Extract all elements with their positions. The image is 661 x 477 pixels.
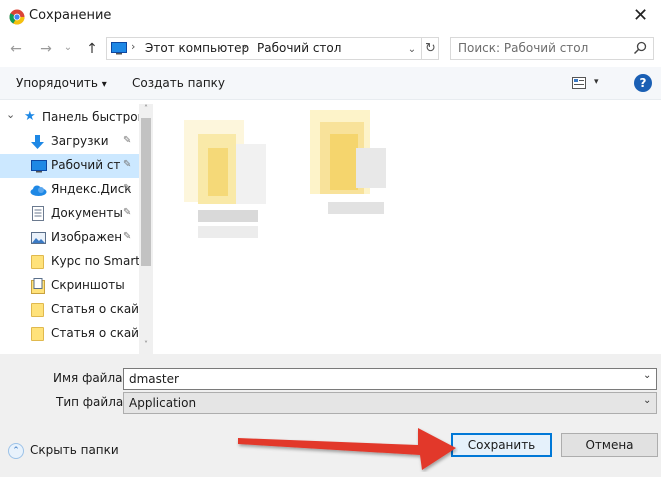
sidebar-item-folder[interactable]: Курс по Smartre — [0, 250, 139, 274]
sidebar-item-label: Статья о скайпе — [51, 302, 139, 316]
close-button[interactable]: ✕ — [620, 0, 661, 31]
scroll-up-icon[interactable]: ˄ — [139, 104, 153, 116]
annotation-arrow-icon — [238, 428, 456, 470]
sidebar-item-label: Документы — [51, 206, 123, 220]
folder-icon — [31, 327, 44, 341]
collapse-icon: ⌃ — [8, 443, 24, 459]
breadcrumb-desktop[interactable]: Рабочий стол — [257, 41, 341, 55]
scrollbar-thumb[interactable] — [141, 118, 151, 266]
hide-folders-toggle[interactable]: ⌃ Скрыть папки — [8, 442, 128, 460]
chrome-icon — [9, 9, 25, 25]
pin-icon: ✎ — [123, 159, 132, 170]
navigation-pane: ⌄ ★ Панель быстрого Загрузки ✎ Рабочий с… — [0, 104, 153, 354]
sidebar-item-label: Скриншоты — [51, 278, 125, 292]
expand-chevron-icon[interactable]: ⌄ — [6, 108, 15, 121]
download-icon — [31, 135, 44, 149]
forward-arrow-icon: → — [40, 41, 52, 57]
chevron-down-icon[interactable]: ⌄ — [643, 370, 651, 381]
blurred-file-item[interactable] — [304, 108, 398, 228]
sidebar-scrollbar[interactable]: ˄ ˅ — [139, 104, 153, 354]
desktop-icon — [31, 160, 47, 173]
filetype-value: Application — [129, 396, 197, 410]
pin-icon: ✎ — [123, 135, 132, 146]
address-bar[interactable]: › Этот компьютер › Рабочий стол ⌄ ↻ — [106, 37, 439, 60]
folder-icon — [31, 255, 44, 269]
up-arrow-icon: ↑ — [86, 41, 98, 57]
sidebar-item-yandex-disk[interactable]: Яндекс.Диск ✎ — [0, 178, 139, 202]
star-icon: ★ — [24, 109, 36, 124]
blurred-file-item[interactable] — [178, 114, 272, 244]
title-bar: Сохранение ✕ — [0, 0, 661, 33]
sidebar-item-label: Загрузки — [51, 134, 109, 148]
recent-locations-button[interactable]: ⌄ — [58, 37, 78, 57]
organize-button[interactable]: Упорядочить ▾ — [16, 76, 107, 90]
caret-down-icon: ▾ — [101, 79, 107, 90]
chevron-down-icon: ⌄ — [407, 43, 417, 55]
chevron-down-icon[interactable]: ⌄ — [643, 395, 651, 406]
help-icon[interactable]: ? — [634, 74, 652, 92]
search-icon — [633, 41, 647, 55]
folder-icon — [31, 303, 44, 317]
desktop-icon — [111, 42, 127, 55]
command-toolbar: Упорядочить ▾ Создать папку ▾ ? — [0, 67, 661, 100]
filename-value: dmaster — [129, 372, 179, 386]
close-icon: ✕ — [632, 5, 649, 26]
sidebar-item-label: Рабочий сто. — [51, 158, 121, 172]
pin-icon: ✎ — [123, 231, 132, 242]
sidebar-item-folder[interactable]: Статья о скайпе — [0, 298, 139, 322]
refresh-icon: ↻ — [425, 41, 436, 56]
filename-field[interactable]: dmaster — [123, 368, 657, 390]
view-dropdown-icon[interactable]: ▾ — [594, 77, 599, 87]
refresh-button[interactable]: ↻ — [421, 38, 439, 59]
screenshots-icon — [31, 278, 45, 294]
breadcrumb-separator: › — [131, 40, 136, 53]
new-folder-button[interactable]: Создать папку — [132, 76, 225, 90]
breadcrumb-separator: › — [243, 40, 248, 53]
sidebar-item-label: Панель быстрого — [42, 110, 139, 124]
sidebar-item-desktop[interactable]: Рабочий сто. ✎ — [0, 154, 139, 178]
sidebar-item-pictures[interactable]: Изображени ✎ — [0, 226, 139, 250]
back-arrow-icon: ← — [10, 41, 22, 57]
pin-icon: ✎ — [123, 207, 132, 218]
filetype-label: Тип файла: — [56, 395, 128, 409]
hide-folders-label: Скрыть папки — [30, 443, 119, 457]
sidebar-item-downloads[interactable]: Загрузки ✎ — [0, 130, 139, 154]
pictures-icon — [31, 232, 46, 244]
sidebar-item-label: Изображени — [51, 230, 123, 244]
forward-button[interactable]: → — [36, 39, 56, 59]
navigation-bar: ← → ⌄ ↑ › Этот компьютер › Рабочий стол … — [0, 33, 661, 65]
filetype-select[interactable]: Application — [123, 392, 657, 414]
filename-label: Имя файла: — [53, 371, 127, 385]
scroll-down-icon[interactable]: ˅ — [139, 340, 153, 352]
documents-icon — [32, 206, 44, 221]
sidebar-item-label: Яндекс.Диск — [51, 182, 132, 196]
cancel-button[interactable]: Отмена — [561, 433, 658, 457]
sidebar-item-quick-access[interactable]: ⌄ ★ Панель быстрого — [0, 106, 139, 130]
back-button[interactable]: ← — [6, 39, 26, 59]
sidebar-item-label: Статья о скайпе — [51, 326, 139, 340]
view-options-icon[interactable] — [572, 77, 586, 89]
chevron-down-icon: ⌄ — [63, 41, 73, 53]
sidebar-item-folder[interactable]: Статья о скайпе — [0, 322, 139, 346]
sidebar-item-documents[interactable]: Документы ✎ — [0, 202, 139, 226]
file-list-area[interactable] — [154, 104, 661, 354]
organize-label: Упорядочить — [16, 76, 98, 90]
sidebar-item-screenshots[interactable]: Скриншоты — [0, 274, 139, 298]
up-button[interactable]: ↑ — [82, 39, 102, 59]
sidebar-item-label: Курс по Smartre — [51, 254, 139, 268]
cloud-icon — [30, 185, 47, 196]
pin-icon: ✎ — [123, 183, 132, 194]
search-placeholder: Поиск: Рабочий стол — [458, 41, 589, 55]
save-button[interactable]: Сохранить — [451, 433, 552, 457]
breadcrumb-this-pc[interactable]: Этот компьютер — [145, 41, 249, 55]
window-title: Сохранение — [29, 8, 112, 23]
address-dropdown-button[interactable]: ⌄ — [405, 40, 419, 58]
search-box[interactable]: Поиск: Рабочий стол — [450, 37, 654, 60]
